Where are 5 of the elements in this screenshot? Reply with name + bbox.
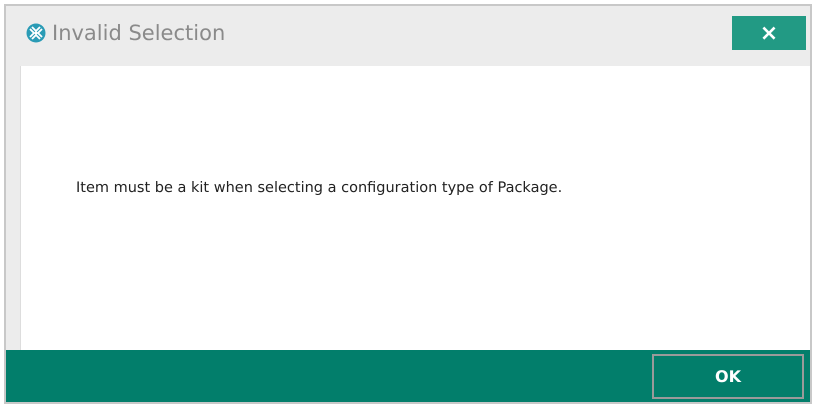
logo-icon [26, 23, 46, 43]
close-button[interactable]: × [732, 16, 806, 50]
message-text: Item must be a kit when selecting a configuration type of Package. [76, 180, 562, 196]
ok-button[interactable]: OK [652, 354, 804, 398]
window-title: Invalid Selection [52, 21, 226, 45]
